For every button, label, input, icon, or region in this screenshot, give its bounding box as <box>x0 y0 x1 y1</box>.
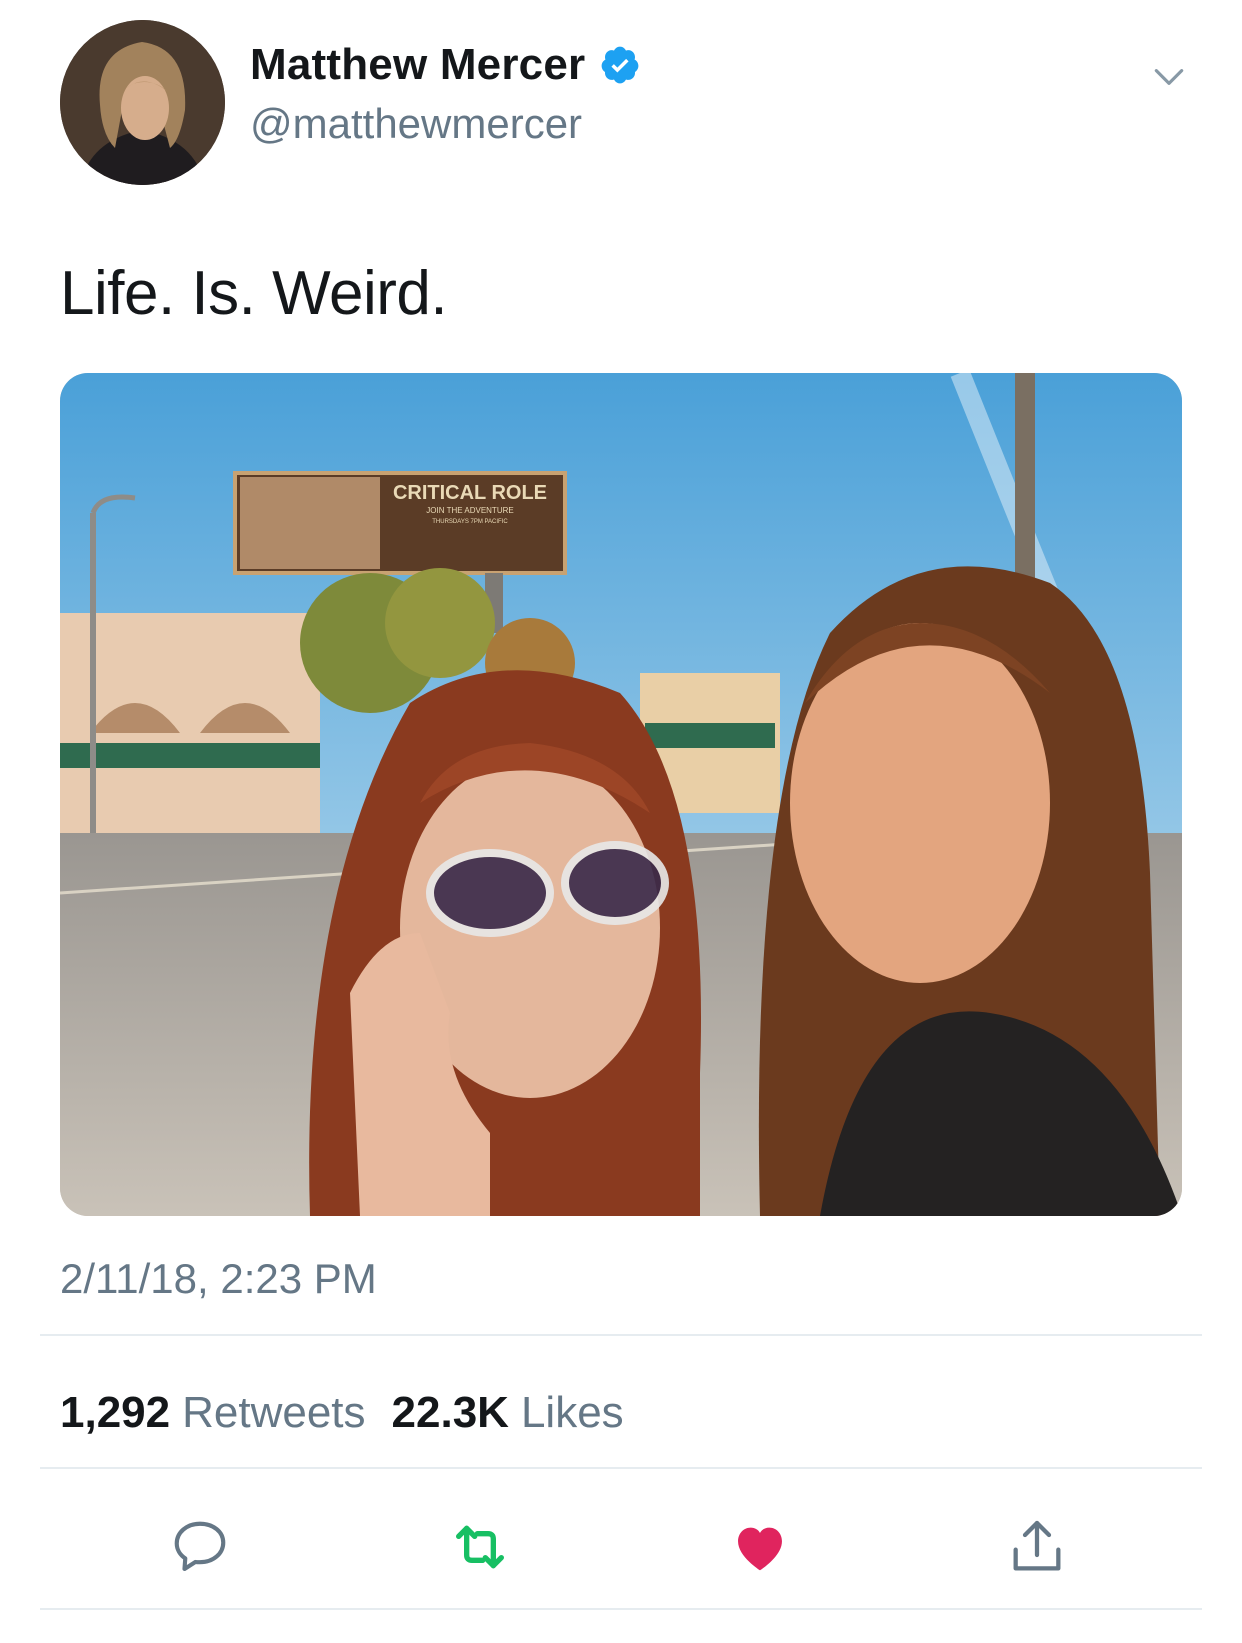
tweet-text: Life. Is. Weird. <box>60 259 448 328</box>
share-icon[interactable] <box>1005 1515 1069 1579</box>
likes-count: 22.3K <box>391 1388 509 1437</box>
retweets-stat[interactable]: 1,292 Retweets <box>60 1388 366 1438</box>
retweets-label: Retweets <box>182 1388 366 1437</box>
avatar[interactable] <box>60 20 225 185</box>
tweet-timestamp[interactable]: 2/11/18, 2:23 PM <box>60 1255 377 1303</box>
likes-stat[interactable]: 22.3K Likes <box>392 1388 624 1438</box>
billboard-when: THURSDAYS 7PM PACIFIC <box>432 519 508 525</box>
retweet-icon[interactable] <box>448 1515 512 1579</box>
chevron-down-icon[interactable] <box>1150 58 1188 96</box>
display-name[interactable]: Matthew Mercer <box>250 40 585 90</box>
avatar-portrait <box>60 20 225 185</box>
retweets-count: 1,292 <box>60 1388 171 1437</box>
tweet-stats: 1,292 Retweets 22.3K Likes <box>60 1388 624 1438</box>
reply-icon[interactable] <box>168 1515 232 1579</box>
billboard-title: CRITICAL ROLE <box>393 482 547 504</box>
billboard-sub: JOIN THE ADVENTURE <box>426 506 513 515</box>
divider <box>40 1467 1202 1469</box>
divider <box>40 1608 1202 1610</box>
heart-icon[interactable] <box>728 1515 792 1579</box>
verified-badge-icon <box>599 44 641 86</box>
user-handle[interactable]: @matthewmercer <box>250 100 582 148</box>
user-name-row: Matthew Mercer <box>250 40 641 90</box>
divider <box>40 1334 1202 1336</box>
tweet-photo[interactable]: CRITICAL ROLE JOIN THE ADVENTURE THURSDA… <box>60 373 1182 1216</box>
likes-label: Likes <box>520 1388 624 1437</box>
